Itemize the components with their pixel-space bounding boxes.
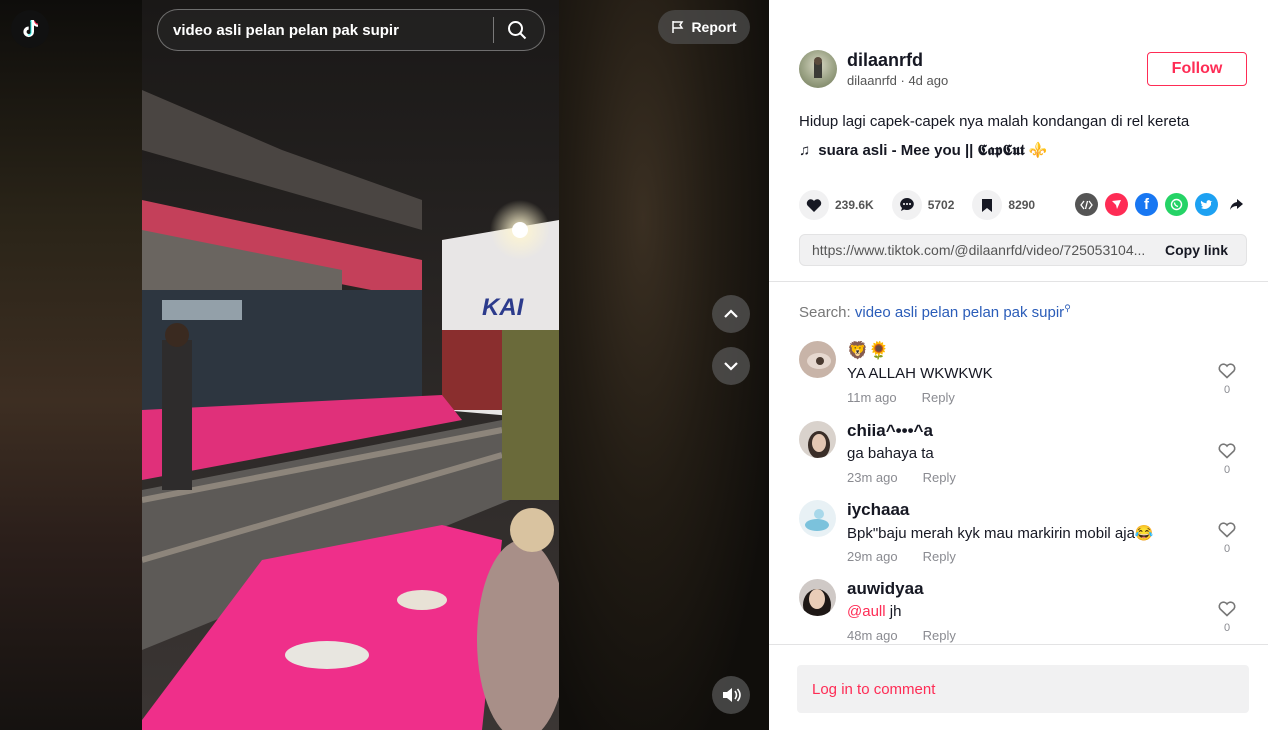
comment-like[interactable]: 0 bbox=[1217, 363, 1237, 396]
comment-time: 11m ago bbox=[847, 390, 897, 405]
author-subline: dilaanrfd · 4d ago bbox=[847, 73, 949, 88]
commenter-avatar[interactable] bbox=[799, 341, 836, 378]
comment-mention[interactable]: @aull bbox=[847, 603, 886, 620]
heart-outline-icon bbox=[1218, 363, 1236, 379]
comment-like[interactable]: 0 bbox=[1217, 522, 1237, 555]
commenter-avatar[interactable] bbox=[799, 421, 836, 458]
details-panel: dilaanrfd dilaanrfd · 4d ago Follow Hidu… bbox=[769, 0, 1268, 730]
comment-text: Bpk"baju merah kyk mau markirin mobil aj… bbox=[847, 525, 1154, 542]
send-icon[interactable] bbox=[1105, 193, 1128, 216]
commenter-name[interactable]: chiia^•••^a bbox=[847, 421, 933, 441]
commenter-avatar[interactable] bbox=[799, 579, 836, 616]
comment-bubble-icon bbox=[899, 198, 914, 211]
related-search-query[interactable]: video asli pelan pelan pak supir bbox=[855, 304, 1064, 321]
video-link-box: https://www.tiktok.com/@dilaanrfd/video/… bbox=[799, 234, 1247, 266]
related-search-label: Search: bbox=[799, 304, 851, 321]
commenter-avatar[interactable] bbox=[799, 500, 836, 537]
heart-outline-icon bbox=[1218, 601, 1236, 617]
save-button[interactable]: 8290 bbox=[972, 190, 1035, 220]
video-url[interactable]: https://www.tiktok.com/@dilaanrfd/video/… bbox=[800, 242, 1155, 258]
video-caption: Hidup lagi capek-capek nya malah kondang… bbox=[799, 113, 1190, 130]
comment-count: 5702 bbox=[927, 198, 955, 212]
reply-button[interactable]: Reply bbox=[923, 628, 956, 643]
chevron-up-icon bbox=[724, 309, 738, 318]
bookmark-icon bbox=[982, 198, 993, 212]
copy-link-button[interactable]: Copy link bbox=[1155, 242, 1246, 258]
comment-meta: 23m ago Reply bbox=[847, 470, 956, 485]
author-avatar[interactable] bbox=[799, 50, 837, 88]
share-icons: f bbox=[1075, 193, 1248, 216]
reply-button[interactable]: Reply bbox=[923, 470, 956, 485]
save-count: 8290 bbox=[1008, 198, 1036, 212]
facebook-icon[interactable]: f bbox=[1135, 193, 1158, 216]
action-bar: 239.6K 5702 8290 bbox=[799, 190, 1053, 220]
video-blur-left bbox=[0, 0, 142, 730]
flag-icon bbox=[672, 21, 684, 33]
section-divider bbox=[769, 281, 1268, 282]
previous-video-button[interactable] bbox=[712, 295, 750, 333]
author-username[interactable]: dilaanrfd bbox=[847, 50, 923, 71]
reply-button[interactable]: Reply bbox=[923, 549, 956, 564]
comment-text: @aull jh bbox=[847, 603, 901, 620]
comment-like[interactable]: 0 bbox=[1217, 443, 1237, 476]
search-bar[interactable] bbox=[157, 9, 545, 51]
comment-like-count: 0 bbox=[1223, 384, 1231, 396]
heart-outline-icon bbox=[1218, 443, 1236, 459]
whatsapp-icon[interactable] bbox=[1165, 193, 1188, 216]
report-label: Report bbox=[691, 19, 737, 35]
speaker-icon bbox=[723, 688, 741, 702]
chevron-down-icon bbox=[724, 362, 738, 371]
comment-text: YA ALLAH WKWKWK bbox=[847, 365, 993, 382]
comment-time: 48m ago bbox=[847, 628, 898, 643]
music-title: suara asli - Mee you || 𝕮𝖆𝖕𝕮𝖚𝖙 ⚜️ bbox=[818, 142, 1048, 159]
author-handle: dilaanrfd bbox=[847, 73, 897, 88]
commenter-name[interactable]: 🦁🌻 bbox=[847, 341, 889, 361]
twitter-icon[interactable] bbox=[1195, 193, 1218, 216]
heart-icon bbox=[806, 198, 822, 212]
music-row[interactable]: ♫ suara asli - Mee you || 𝕮𝖆𝖕𝕮𝖚𝖙 ⚜️ bbox=[799, 141, 1048, 160]
comment-meta: 11m ago Reply bbox=[847, 390, 955, 405]
embed-icon[interactable] bbox=[1075, 193, 1098, 216]
comment-time: 29m ago bbox=[847, 549, 898, 564]
comment-meta: 29m ago Reply bbox=[847, 549, 956, 564]
video-area: KAI bbox=[0, 0, 769, 730]
comment-like-count: 0 bbox=[1223, 543, 1231, 555]
video-scene: KAI bbox=[142, 0, 559, 730]
report-button[interactable]: Report bbox=[658, 10, 750, 44]
follow-button[interactable]: Follow bbox=[1147, 52, 1247, 86]
svg-text:KAI: KAI bbox=[482, 294, 525, 321]
comment-like[interactable]: 0 bbox=[1217, 601, 1237, 634]
comment-text-body: jh bbox=[885, 603, 902, 620]
volume-button[interactable] bbox=[712, 676, 750, 714]
comment-text: ga bahaya ta bbox=[847, 445, 934, 462]
reply-button[interactable]: Reply bbox=[922, 390, 955, 405]
search-input[interactable] bbox=[158, 21, 493, 39]
next-video-button[interactable] bbox=[712, 347, 750, 385]
comment-like-count: 0 bbox=[1223, 464, 1231, 476]
comment-button[interactable]: 5702 bbox=[891, 190, 955, 220]
like-count: 239.6K bbox=[835, 198, 874, 212]
video-frame[interactable]: KAI bbox=[142, 0, 559, 730]
comment-meta: 48m ago Reply bbox=[847, 628, 956, 643]
like-button[interactable]: 239.6K bbox=[799, 190, 874, 220]
search-small-icon: ⚲ bbox=[1064, 303, 1071, 313]
comment-time: 23m ago bbox=[847, 470, 898, 485]
commenter-name[interactable]: auwidyaa bbox=[847, 579, 924, 599]
comment-like-count: 0 bbox=[1223, 622, 1231, 634]
search-icon[interactable] bbox=[506, 19, 528, 41]
login-to-comment-button[interactable]: Log in to comment bbox=[797, 665, 1249, 713]
comment-footer-divider bbox=[769, 644, 1268, 645]
heart-outline-icon bbox=[1218, 522, 1236, 538]
related-search[interactable]: Search: video asli pelan pelan pak supir… bbox=[799, 303, 1071, 321]
tiktok-note-icon bbox=[23, 20, 39, 38]
search-divider bbox=[493, 17, 494, 43]
post-time: 4d ago bbox=[908, 73, 949, 88]
commenter-name[interactable]: iychaaa bbox=[847, 500, 909, 520]
tiktok-logo-icon[interactable] bbox=[11, 10, 49, 48]
music-note-icon: ♫ bbox=[799, 141, 811, 159]
share-arrow-icon[interactable] bbox=[1225, 193, 1248, 216]
